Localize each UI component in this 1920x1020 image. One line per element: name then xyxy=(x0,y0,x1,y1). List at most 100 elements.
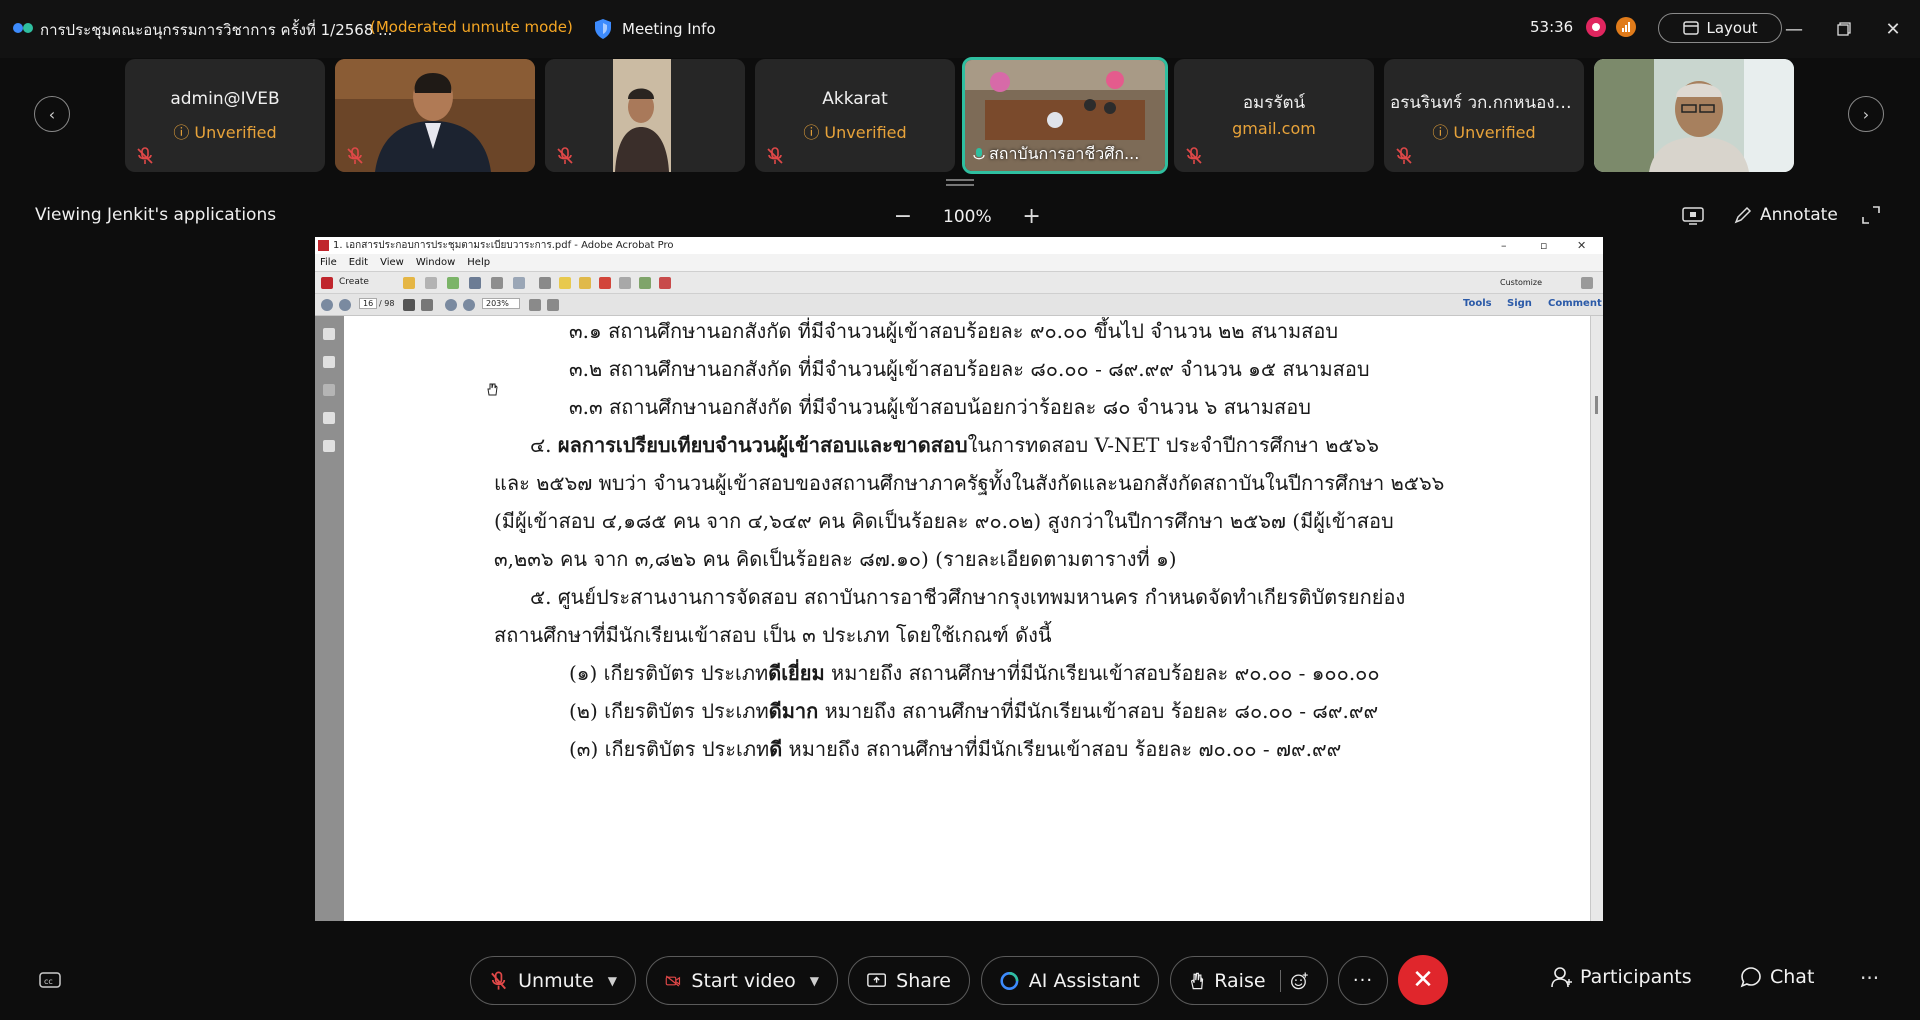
menu-window[interactable]: Window xyxy=(416,254,455,271)
mic-off-icon xyxy=(1396,147,1412,164)
participant-tile[interactable]: admin@IVEB ⓘ Unverified xyxy=(125,59,325,172)
doc-line: ๓.๓ สถานศึกษานอกสังกัด ที่มีจำนวนผู้เข้า… xyxy=(569,395,1311,419)
emoji-icon[interactable] xyxy=(1290,970,1309,992)
attachments-icon[interactable] xyxy=(323,384,335,396)
captions-icon[interactable]: cc xyxy=(39,972,61,990)
zoom-level: 100% xyxy=(943,206,992,227)
title-bar: การประชุมคณะอนุกรรมการวิชาการ ครั้งที่ 1… xyxy=(0,0,1920,58)
restore-icon[interactable] xyxy=(1831,16,1857,42)
open-icon[interactable] xyxy=(403,277,415,289)
settings-icon[interactable] xyxy=(539,277,551,289)
participant-name: อมรรัตน์ xyxy=(1242,93,1306,113)
participant-tile[interactable] xyxy=(545,59,745,172)
unmute-button[interactable]: Unmute ▼ xyxy=(470,956,636,1005)
document-icon[interactable] xyxy=(619,277,631,289)
form-icon[interactable] xyxy=(659,277,671,289)
participant-tile[interactable]: อมรรัตน์ gmail.com xyxy=(1174,59,1374,172)
chevron-down-icon[interactable]: ▼ xyxy=(608,974,617,988)
raise-label: Raise xyxy=(1214,969,1266,992)
layers-icon[interactable] xyxy=(323,412,335,424)
page-number-input[interactable]: 16 xyxy=(359,298,378,309)
end-call-button[interactable]: ✕ xyxy=(1398,955,1448,1005)
fit-page-icon[interactable] xyxy=(529,299,541,311)
participant-name: Akkarat xyxy=(822,89,888,109)
menu-edit[interactable]: Edit xyxy=(349,254,368,271)
menu-help[interactable]: Help xyxy=(467,254,490,271)
comment-icon[interactable] xyxy=(559,277,571,289)
chat-button[interactable]: Chat xyxy=(1740,966,1814,988)
restore-icon[interactable]: ▫ xyxy=(1540,237,1547,254)
annotate-button[interactable]: Annotate xyxy=(1734,205,1838,225)
mic-off-icon xyxy=(767,147,783,164)
drag-handle-icon[interactable] xyxy=(944,178,976,188)
fit-width-icon[interactable] xyxy=(547,299,559,311)
tools-pane-button[interactable]: Tools xyxy=(1463,298,1492,309)
doc-line: (๑) เกียรติบัตร ประเภทดีเยี่ยม หมายถึง ส… xyxy=(569,661,1380,685)
expand-icon[interactable] xyxy=(1862,206,1880,224)
sign-pane-button[interactable]: Sign xyxy=(1507,298,1532,309)
print-icon[interactable] xyxy=(469,277,481,289)
close-icon[interactable]: ✕ xyxy=(1880,16,1906,42)
close-icon[interactable]: ✕ xyxy=(1577,237,1586,254)
menu-view[interactable]: View xyxy=(380,254,404,271)
pdf-tool-icon[interactable] xyxy=(599,277,611,289)
zoom-out-button[interactable]: − xyxy=(893,204,913,229)
doc-line: สถานศึกษาที่มีนักเรียนเข้าสอบ เป็น ๓ ประ… xyxy=(494,623,1052,647)
layout-button[interactable]: Layout xyxy=(1658,13,1782,43)
create-button[interactable]: Create xyxy=(339,277,369,287)
participant-status: ⓘ Unverified xyxy=(173,123,277,142)
start-video-label: Start video xyxy=(691,969,796,992)
zoom-percent-input[interactable]: 203% xyxy=(482,298,520,309)
export-icon[interactable] xyxy=(639,277,651,289)
raise-hand-button[interactable]: Raise xyxy=(1170,956,1328,1005)
signatures-icon[interactable] xyxy=(323,440,335,452)
save-icon[interactable] xyxy=(425,277,437,289)
arrow-down-icon[interactable] xyxy=(339,299,351,311)
share-label: Share xyxy=(896,969,951,992)
chevron-down-icon[interactable]: ▼ xyxy=(810,974,819,988)
share-icon xyxy=(867,972,886,987)
page-total: / 98 xyxy=(379,299,395,308)
participant-tile[interactable]: Akkarat ⓘ Unverified xyxy=(755,59,955,172)
minimize-icon[interactable]: – xyxy=(1501,237,1507,254)
chevron-left-icon[interactable]: ‹ xyxy=(34,96,70,132)
upload-icon[interactable] xyxy=(447,277,459,289)
scroll-thumb[interactable] xyxy=(1595,396,1598,414)
more-menu-icon[interactable]: ··· xyxy=(1860,966,1879,990)
edit-icon[interactable] xyxy=(491,277,503,289)
ai-assistant-button[interactable]: AI Assistant xyxy=(981,956,1159,1005)
hand-tool-icon[interactable] xyxy=(421,299,433,311)
stamp-icon[interactable] xyxy=(579,277,591,289)
pdf-vertical-scrollbar[interactable] xyxy=(1590,316,1603,921)
zoom-out-icon[interactable] xyxy=(445,299,457,311)
participants-button[interactable]: Participants xyxy=(1550,966,1692,988)
select-tool-icon[interactable] xyxy=(403,299,415,311)
arrow-up-icon[interactable] xyxy=(321,299,333,311)
menu-file[interactable]: File xyxy=(320,254,337,271)
zoom-in-button[interactable]: + xyxy=(1022,204,1042,229)
start-video-button[interactable]: Start video ▼ xyxy=(646,956,838,1005)
page-thumbnails-icon[interactable] xyxy=(323,328,335,340)
more-options-button[interactable]: ··· xyxy=(1338,956,1388,1005)
chevron-right-icon[interactable]: › xyxy=(1848,96,1884,132)
screen-icon[interactable] xyxy=(1682,207,1704,225)
expand-icon[interactable] xyxy=(1581,277,1593,289)
acrobat-title-bar: 1. เอกสารประกอบการประชุมตามระเบียบวาระกา… xyxy=(315,237,1603,254)
participant-tile[interactable] xyxy=(335,59,535,172)
share-button[interactable]: Share xyxy=(848,956,970,1005)
record-icon[interactable] xyxy=(1586,17,1606,37)
signal-icon[interactable] xyxy=(1616,17,1636,37)
participant-caption: สถาบันการอาชีวศึก... xyxy=(973,142,1139,167)
participant-tile-active[interactable]: สถาบันการอาชีวศึก... xyxy=(962,57,1168,174)
email-icon[interactable] xyxy=(513,277,525,289)
comment-pane-button[interactable]: Comment xyxy=(1548,298,1602,309)
meeting-info-button[interactable]: Meeting Info xyxy=(594,14,716,44)
minimize-icon[interactable]: — xyxy=(1781,16,1807,42)
customize-button[interactable]: Customize xyxy=(1500,278,1542,287)
bookmarks-icon[interactable] xyxy=(323,356,335,368)
layout-label: Layout xyxy=(1706,19,1758,37)
participant-tile[interactable] xyxy=(1594,59,1794,172)
participant-video xyxy=(1594,59,1794,172)
participant-tile[interactable]: อรนรินทร์ วก.กกหนองจ... ⓘ Unverified xyxy=(1384,59,1584,172)
zoom-in-icon[interactable] xyxy=(463,299,475,311)
